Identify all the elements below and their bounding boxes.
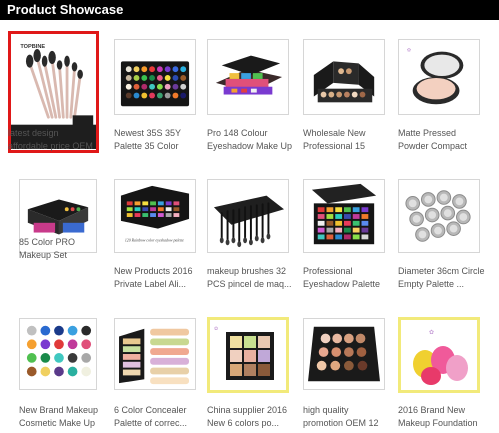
product-image-logo: TOPBINE xyxy=(20,44,45,50)
product-title[interactable]: 6 Color Concealer Palette of correc... xyxy=(114,404,214,430)
product-image[interactable]: 120 Rainbow color eyeshadow palette xyxy=(114,179,196,253)
product-title[interactable]: New Products 2016 Private Label Ali... xyxy=(114,265,214,291)
product-title[interactable]: New Brand Makeup Cosmetic Make Up xyxy=(19,404,119,430)
product-title[interactable]: China supplier 2016 New 6 colors po... xyxy=(207,404,307,430)
product-image[interactable]: ✿ xyxy=(398,317,480,393)
product-grid: TOPBINE latest design affordable price O… xyxy=(0,0,499,433)
svg-text:✿: ✿ xyxy=(214,326,218,332)
product-image[interactable] xyxy=(207,39,289,115)
product-title[interactable]: Professional Eyeshadow Palette xyxy=(303,265,403,291)
product-title[interactable]: 2016 Brand New Makeup Foundation xyxy=(398,404,498,430)
product-title[interactable]: 85 Color PRO Makeup Set xyxy=(19,236,119,262)
svg-text:✿: ✿ xyxy=(429,329,434,336)
svg-text:✿: ✿ xyxy=(407,48,411,54)
product-image[interactable] xyxy=(207,179,289,253)
product-image[interactable] xyxy=(114,39,196,115)
product-image[interactable] xyxy=(303,318,385,390)
product-image[interactable] xyxy=(303,39,385,115)
product-title[interactable]: high quality promotion OEM 12 xyxy=(303,404,403,430)
product-image[interactable] xyxy=(398,179,480,253)
product-image[interactable]: ✿ xyxy=(207,317,289,393)
product-title[interactable]: Newest 35S 35Y Palette 35 Color xyxy=(114,127,214,153)
product-image[interactable] xyxy=(114,318,196,390)
product-image[interactable] xyxy=(303,179,385,253)
product-image[interactable]: ✿ xyxy=(398,39,480,115)
product-image[interactable] xyxy=(19,318,97,390)
product-title[interactable]: Matte Pressed Powder Compact xyxy=(398,127,498,153)
product-image-label: 120 Rainbow color eyeshadow palette xyxy=(125,238,184,242)
product-title[interactable]: Wholesale New Professional 15 xyxy=(303,127,403,153)
product-title[interactable]: latest design affordable price OEM xyxy=(8,127,108,153)
product-title[interactable]: Diameter 36cm Circle Empty Palette ... xyxy=(398,265,498,291)
product-title[interactable]: makeup brushes 32 PCS pincel de maq... xyxy=(207,265,307,291)
product-title[interactable]: Pro 148 Colour Eyeshadow Make Up xyxy=(207,127,307,153)
